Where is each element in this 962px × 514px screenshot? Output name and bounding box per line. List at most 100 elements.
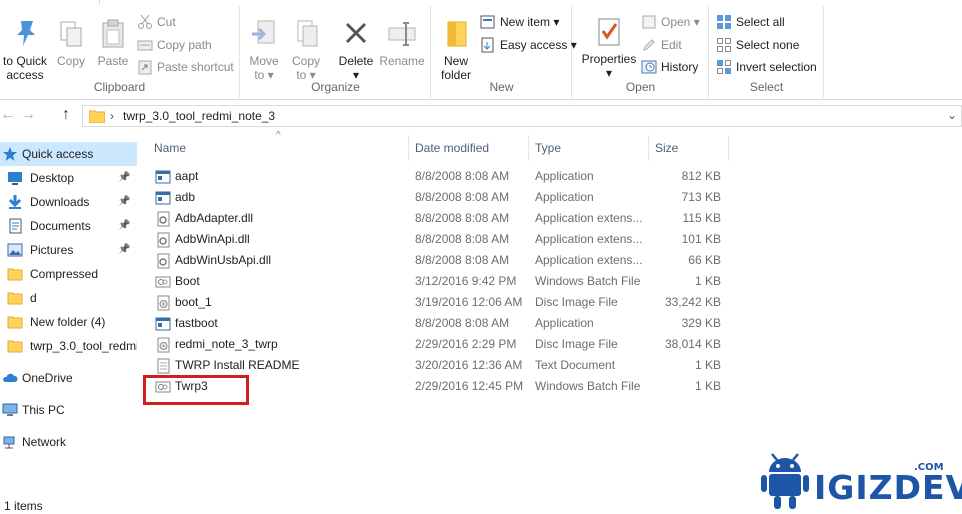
sidebar-item[interactable]: Pictures 📌 — [0, 238, 137, 262]
sidebar-item-label: twrp_3.0_tool_redmi — [30, 339, 137, 353]
watermark-brand: IGIZDEV — [814, 468, 962, 507]
nav-network[interactable]: Network — [0, 430, 137, 454]
copy-path-icon — [137, 37, 153, 53]
disc-image-icon — [155, 295, 171, 311]
application-icon — [155, 169, 171, 185]
history-button[interactable]: History — [641, 57, 698, 77]
sidebar-item[interactable]: Compressed — [0, 262, 137, 286]
file-date-modified: 8/8/2008 8:08 AM — [415, 211, 510, 225]
sidebar-item-label: d — [30, 291, 37, 305]
move-to-button[interactable]: Move to ▾ — [247, 18, 281, 82]
edit-button[interactable]: Edit — [641, 35, 682, 55]
paste-shortcut-button[interactable]: Paste shortcut — [137, 57, 234, 77]
file-row[interactable]: aapt 8/8/2008 8:08 AM Application 812 KB — [150, 166, 740, 187]
file-name: Boot — [175, 274, 200, 288]
folder-icon — [7, 314, 23, 330]
file-type: Windows Batch File — [535, 274, 641, 288]
file-date-modified: 3/20/2016 12:36 AM — [415, 358, 523, 372]
select-group-label: Select — [749, 80, 784, 94]
back-arrow-icon[interactable]: ← — [0, 106, 16, 124]
navigation-bar: ← → ↑ › twrp_3.0_tool_redmi_note_3 ⌄ — [0, 103, 962, 129]
folder-icon — [7, 290, 23, 306]
column-header-name[interactable]: Name — [154, 135, 186, 161]
sidebar-item[interactable]: New folder (4) — [0, 310, 137, 334]
file-row[interactable]: AdbWinApi.dll 8/8/2008 8:08 AM Application… — [150, 229, 740, 250]
file-row[interactable]: AdbAdapter.dll 8/8/2008 8:08 AM Applicatio… — [150, 208, 740, 229]
cut-button[interactable]: Cut — [137, 12, 176, 32]
invert-selection-button[interactable]: Invert selection — [716, 57, 817, 77]
folder-icon — [89, 110, 105, 123]
easy-access-button[interactable]: Easy access ▾ — [480, 35, 577, 55]
organize-group: Move to ▾ Copy to ▾ Delete ▾ Rename Organ… — [241, 6, 431, 98]
file-type: Text Document — [535, 358, 616, 372]
sidebar-item[interactable]: Documents 📌 — [0, 214, 137, 238]
address-dropdown-icon[interactable]: ⌄ — [947, 108, 957, 122]
file-row[interactable]: AdbWinUsbApi.dll 8/8/2008 8:08 AM Applicat… — [150, 250, 740, 271]
file-type: Application — [535, 316, 594, 330]
forward-arrow-icon[interactable]: → — [20, 106, 36, 124]
file-row[interactable]: adb 8/8/2008 8:08 AM Application 713 KB — [150, 187, 740, 208]
pin-icon[interactable]: 📌 — [118, 190, 130, 214]
file-type: Disc Image File — [535, 337, 618, 351]
file-row[interactable]: redmi_note_3_twrp 2/29/2016 2:29 PM Disc I… — [150, 334, 740, 355]
up-arrow-icon[interactable]: ↑ — [62, 106, 70, 124]
pin-icon[interactable]: 📌 — [118, 238, 130, 262]
file-row[interactable]: Boot 3/12/2016 9:42 PM Windows Batch File 1… — [150, 271, 740, 292]
status-item-count: 1 items — [4, 499, 43, 513]
file-type: Application extens... — [535, 211, 643, 225]
copy-to-button[interactable]: Copy to ▾ — [289, 18, 323, 82]
paste-button[interactable]: Paste — [96, 18, 130, 68]
column-header-date-modified[interactable]: Date modified — [415, 135, 489, 161]
nav-quick-access[interactable]: Quick access — [0, 142, 137, 166]
file-row[interactable]: fastboot 8/8/2008 8:08 AM Application 329 K… — [150, 313, 740, 334]
delete-button[interactable]: Delete ▾ — [337, 18, 375, 82]
new-item-button[interactable]: New item ▾ — [480, 12, 559, 32]
easy-access-icon — [480, 37, 496, 53]
properties-button[interactable]: Properties ▾ — [579, 16, 639, 80]
rename-button[interactable]: Rename — [379, 18, 425, 68]
sort-caret-icon: ^ — [276, 130, 281, 141]
select-all-button[interactable]: Select all — [716, 12, 785, 32]
file-tab-edge — [0, 0, 100, 5]
select-none-button[interactable]: Select none — [716, 35, 799, 55]
file-name: fastboot — [175, 316, 218, 330]
column-header-type[interactable]: Type — [535, 135, 561, 161]
application-icon — [155, 316, 171, 332]
open-group-label: Open — [625, 80, 656, 94]
file-type: Application — [535, 190, 594, 204]
sidebar-item[interactable]: d — [0, 286, 137, 310]
nav-onedrive[interactable]: OneDrive — [0, 366, 137, 390]
pin-to-quick-access-button[interactable]: to Quick access — [0, 18, 50, 82]
new-folder-button[interactable]: New folder — [436, 18, 476, 82]
disc-image-icon — [155, 337, 171, 353]
select-all-icon — [716, 14, 732, 30]
column-header-size[interactable]: Size — [655, 135, 678, 161]
dll-icon — [155, 211, 171, 227]
sidebar-item[interactable]: twrp_3.0_tool_redmi — [0, 334, 137, 358]
delete-x-icon — [345, 22, 367, 44]
pin-icon[interactable]: 📌 — [118, 214, 130, 238]
edit-pencil-icon — [641, 37, 657, 53]
move-to-icon — [252, 20, 275, 44]
address-bar[interactable]: › twrp_3.0_tool_redmi_note_3 ⌄ — [82, 105, 962, 127]
application-icon — [155, 190, 171, 206]
nav-this-pc[interactable]: This PC — [0, 398, 137, 422]
copy-path-button[interactable]: Copy path — [137, 35, 212, 55]
file-row[interactable]: boot_1 3/19/2016 12:06 AM Disc Image File 3… — [150, 292, 740, 313]
copy-button[interactable]: Copy — [56, 18, 86, 68]
open-button[interactable]: Open ▾ — [641, 12, 700, 32]
sidebar-item[interactable]: Desktop 📌 — [0, 166, 137, 190]
sidebar-item[interactable]: Downloads 📌 — [0, 190, 137, 214]
file-name: AdbAdapter.dll — [175, 211, 254, 225]
pin-icon[interactable]: 📌 — [118, 166, 130, 190]
file-size: 1 KB — [694, 379, 721, 393]
cloud-icon — [3, 373, 18, 382]
highlight-box — [143, 375, 249, 405]
file-row[interactable]: TWRP Install README 3/20/2016 12:36 AM Tex… — [150, 355, 740, 376]
open-icon — [641, 14, 657, 30]
file-date-modified: 2/29/2016 2:29 PM — [415, 337, 517, 351]
sidebar-item-label: Downloads — [30, 195, 90, 209]
file-name: AdbWinUsbApi.dll — [175, 253, 272, 267]
breadcrumb-path[interactable]: twrp_3.0_tool_redmi_note_3 — [123, 109, 275, 123]
file-date-modified: 8/8/2008 8:08 AM — [415, 253, 510, 267]
